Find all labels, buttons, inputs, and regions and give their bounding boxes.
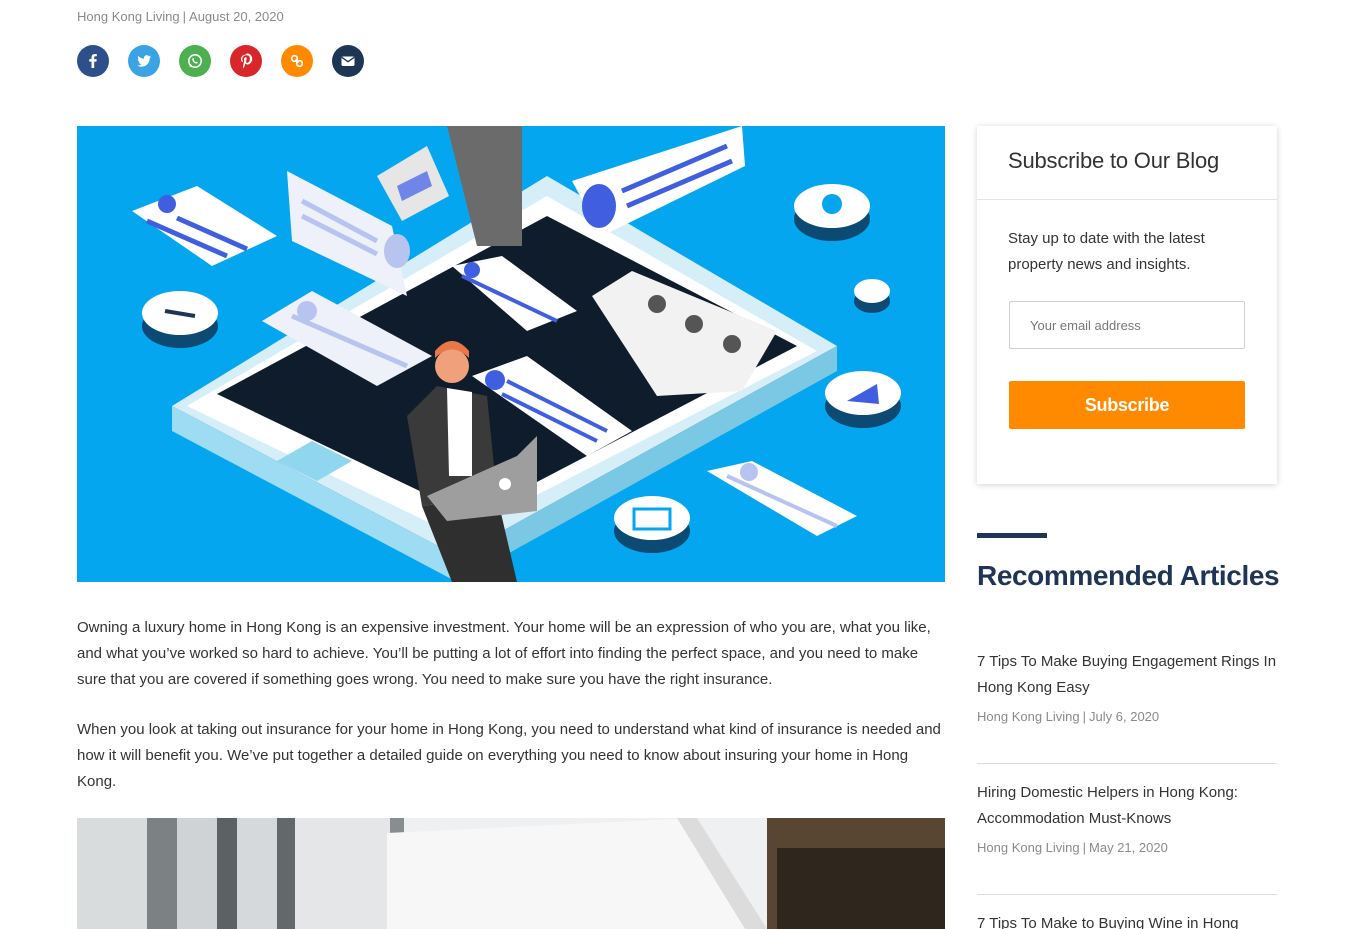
recommended-article-category: Hong Kong Living [977,709,1080,724]
recommended-article[interactable]: 7 Tips To Make Buying Engagement Rings I… [977,649,1277,724]
recommended-article-title[interactable]: 7 Tips To Make to Buying Wine in Hong [977,911,1277,929]
meta-separator: | [182,9,187,24]
recommended-article-date: July 6, 2020 [1089,709,1160,724]
subscribe-description: Stay up to date with the latest property… [1008,230,1205,273]
subscribe-button[interactable]: Subscribe [1009,381,1245,429]
meta-separator: | [1082,840,1087,855]
pinterest-share-button[interactable] [230,45,262,77]
copy-link-share-button[interactable] [281,45,313,77]
hero-illustration [77,126,945,582]
recommended-article-title[interactable]: 7 Tips To Make Buying Engagement Rings I… [977,649,1277,701]
twitter-share-button[interactable] [128,45,160,77]
recommended-article-title[interactable]: Hiring Domestic Helpers in Hong Kong: Ac… [977,780,1277,832]
post-meta: Hong Kong Living | August 20, 2020 [77,9,284,24]
subscribe-widget: Subscribe to Our Blog Stay up to date wi… [977,126,1277,484]
article-body: Owning a luxury home in Hong Kong is an … [77,615,945,819]
recommended-article[interactable]: 7 Tips To Make to Buying Wine in Hong [977,911,1277,929]
envelope-icon [341,56,355,66]
whatsapp-share-button[interactable] [179,45,211,77]
divider [977,763,1277,764]
recommended-article-meta: Hong Kong Living | May 21, 2020 [977,840,1277,855]
subscribe-title: Subscribe to Our Blog [977,126,1277,200]
recommended-article-date: May 21, 2020 [1089,840,1168,855]
post-category-link[interactable]: Hong Kong Living [77,9,180,24]
email-share-button[interactable] [332,45,364,77]
article-paragraph: Owning a luxury home in Hong Kong is an … [77,619,931,688]
article-image [77,818,945,929]
facebook-icon [89,54,97,68]
share-buttons [77,45,364,77]
recommended-accent-bar [977,533,1047,538]
facebook-share-button[interactable] [77,45,109,77]
meta-separator: | [1082,709,1087,724]
whatsapp-icon [188,54,202,68]
link-icon [290,54,304,68]
pinterest-icon [240,53,253,69]
recommended-article-category: Hong Kong Living [977,840,1080,855]
post-date: August 20, 2020 [189,9,284,24]
twitter-icon [137,55,151,67]
recommended-article[interactable]: Hiring Domestic Helpers in Hong Kong: Ac… [977,780,1277,855]
article-paragraph: When you look at taking out insurance fo… [77,721,941,790]
recommended-article-meta: Hong Kong Living | July 6, 2020 [977,709,1277,724]
divider [977,894,1277,895]
recommended-title: Recommended Articles [977,560,1280,591]
email-input[interactable] [1009,301,1245,349]
